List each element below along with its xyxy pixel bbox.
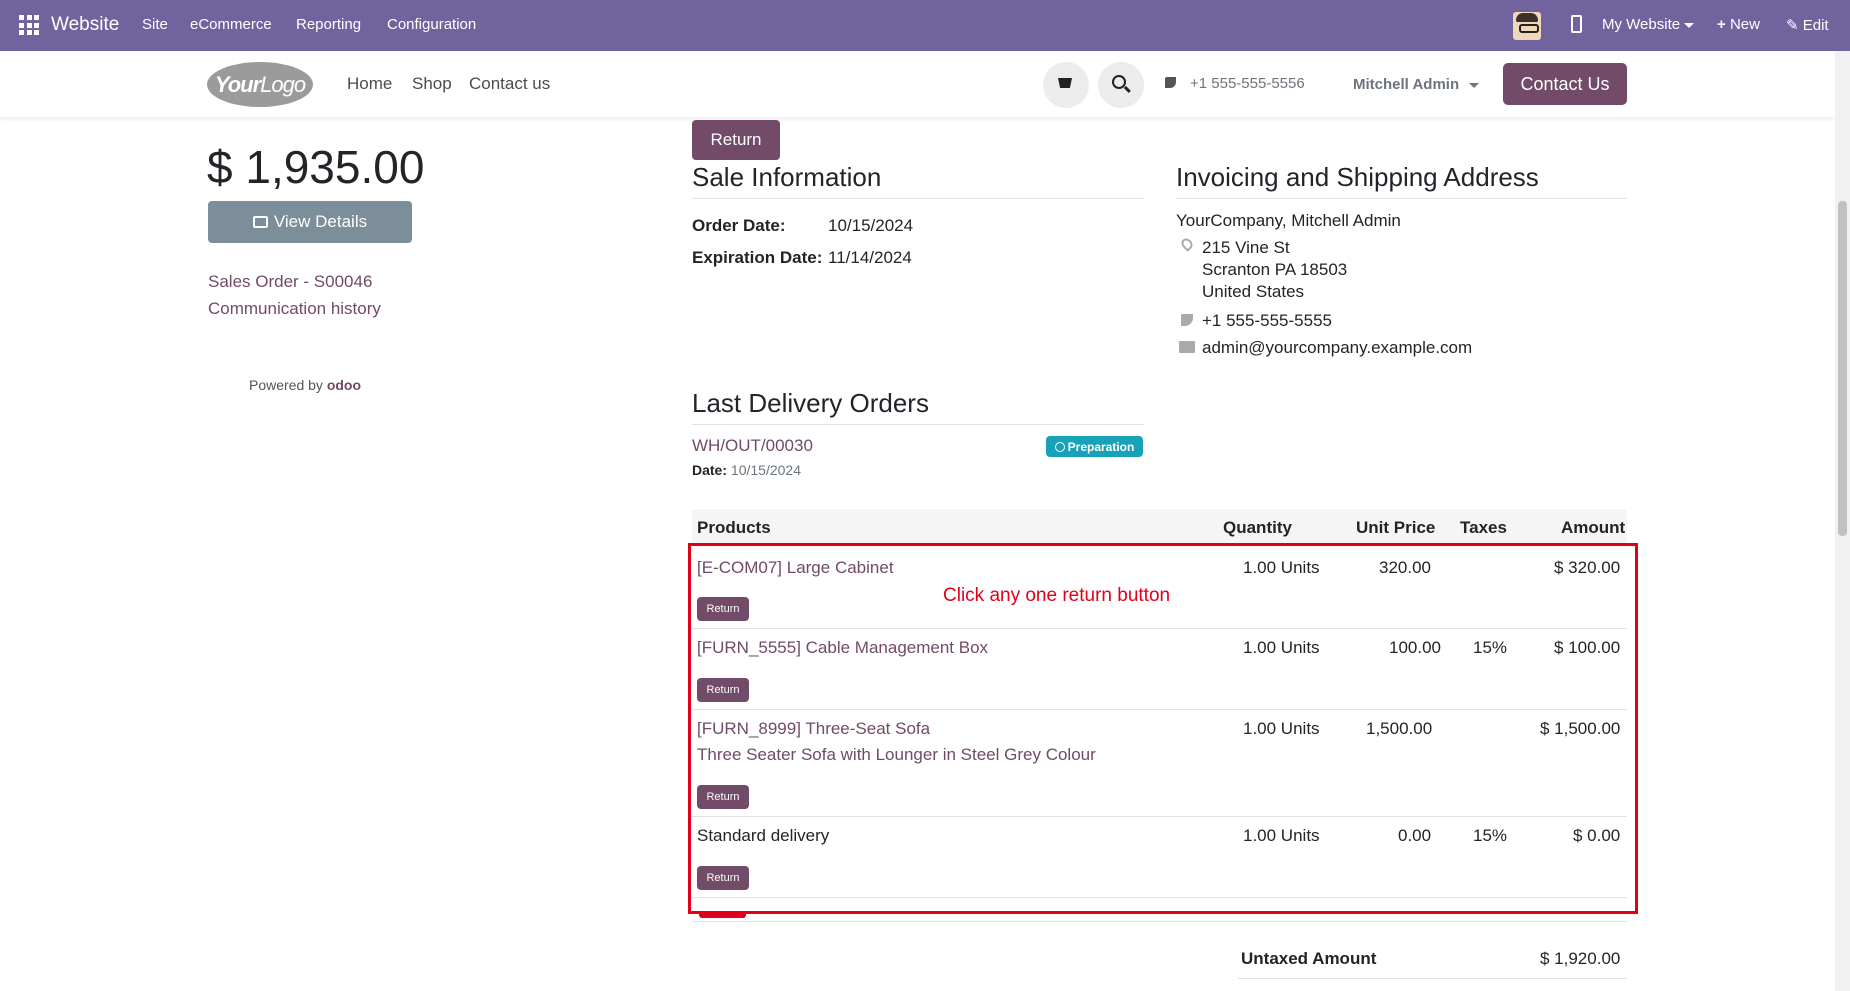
printer-icon <box>252 216 268 228</box>
sale-information-heading: Sale Information <box>692 162 882 192</box>
delivery-date: Date: 10/15/2024 <box>692 462 801 478</box>
address-heading: Invoicing and Shipping Address <box>1176 162 1539 192</box>
clock-icon <box>1054 441 1065 452</box>
return-button[interactable]: Return <box>692 120 780 160</box>
communication-history-link[interactable]: Communication history <box>208 299 381 319</box>
app-title[interactable]: Website <box>51 14 119 36</box>
col-unit-price: Unit Price <box>1356 518 1436 537</box>
order-date-label: Order Date: <box>692 216 786 235</box>
untaxed-amount-value: $ 1,920.00 <box>1540 949 1621 968</box>
user-avatar[interactable] <box>1513 12 1541 40</box>
edit-label: Edit <box>1802 17 1829 34</box>
chevron-down-icon <box>1684 22 1695 28</box>
powered-by: Powered by odoo <box>249 377 361 393</box>
view-details-label: View Details <box>273 212 368 231</box>
address-country: United States <box>1202 282 1305 301</box>
status-label: Preparation <box>1067 439 1135 454</box>
address-phone: +1 555-555-5555 <box>1202 311 1332 330</box>
divider <box>1176 198 1627 199</box>
logo-bold: Your <box>214 71 261 97</box>
row-divider <box>692 921 1627 922</box>
expiration-date-label: Expiration Date: <box>692 248 823 267</box>
website-selector-label: My Website <box>1602 16 1681 33</box>
nav-home[interactable]: Home <box>347 74 392 94</box>
contact-us-button[interactable]: Contact Us <box>1503 63 1627 105</box>
search-icon <box>1112 75 1126 89</box>
status-badge: Preparation <box>1046 436 1143 457</box>
nav-contact-us[interactable]: Contact us <box>469 74 550 94</box>
highlight-marker <box>699 912 746 918</box>
menu-configuration[interactable]: Configuration <box>387 16 476 33</box>
sales-order-link[interactable]: Sales Order - S00046 <box>208 272 372 292</box>
cart-icon <box>1058 78 1072 88</box>
new-label: New <box>1729 16 1760 33</box>
apps-grid-icon[interactable] <box>19 15 39 35</box>
logo-light: Logo <box>260 71 306 97</box>
admin-topbar: Website Site eCommerce Reporting Configu… <box>0 0 1850 51</box>
delivery-date-value: 10/15/2024 <box>730 462 801 478</box>
order-date-value: 10/15/2024 <box>828 216 914 235</box>
delivery-date-label: Date: <box>692 462 728 478</box>
chevron-down-icon <box>1469 82 1480 88</box>
nav-phone[interactable]: +1 555-555-5556 <box>1165 75 1305 92</box>
envelope-icon <box>1179 341 1195 353</box>
expiration-date-value: 11/14/2024 <box>828 248 912 267</box>
col-quantity: Quantity <box>1223 518 1292 537</box>
search-button[interactable] <box>1098 62 1144 108</box>
address-city: Scranton PA 18503 <box>1202 260 1348 279</box>
address-street: 215 Vine St <box>1202 238 1290 257</box>
address-email: admin@yourcompany.example.com <box>1202 338 1473 357</box>
menu-reporting[interactable]: Reporting <box>296 16 361 33</box>
edit-button[interactable]: ✎ Edit <box>1786 16 1829 34</box>
scrollbar-thumb[interactable] <box>1838 201 1847 536</box>
col-products: Products <box>697 518 771 537</box>
col-amount: Amount <box>1561 518 1626 537</box>
page-scrollbar[interactable] <box>1835 51 1850 991</box>
odoo-logo[interactable]: odoo <box>327 377 361 393</box>
user-menu[interactable]: Mitchell Admin <box>1353 76 1480 93</box>
delivery-order-link[interactable]: WH/OUT/00030 <box>692 436 813 456</box>
phone-icon <box>1181 314 1193 326</box>
order-total: $ 1,935.00 <box>207 141 425 193</box>
site-logo[interactable]: Your Logo <box>207 62 313 107</box>
untaxed-amount-label: Untaxed Amount <box>1241 949 1377 968</box>
col-taxes: Taxes <box>1460 518 1507 537</box>
nav-shop[interactable]: Shop <box>412 74 452 94</box>
mobile-preview-icon[interactable] <box>1571 15 1582 33</box>
cart-button[interactable] <box>1043 62 1089 108</box>
divider <box>692 424 1144 425</box>
website-navbar: Your Logo Home Shop Contact us +1 555-555… <box>0 51 1835 117</box>
annotation-text: Click any one return button <box>943 585 1171 606</box>
new-button[interactable]: + New <box>1717 16 1760 33</box>
powered-by-label: Powered by <box>249 377 323 393</box>
divider <box>1238 978 1627 979</box>
website-selector[interactable]: My Website <box>1602 16 1695 33</box>
menu-ecommerce[interactable]: eCommerce <box>190 16 272 33</box>
nav-phone-number: +1 555-555-5556 <box>1190 75 1305 92</box>
customer-name: YourCompany, Mitchell Admin <box>1176 211 1401 230</box>
user-name: Mitchell Admin <box>1353 76 1460 93</box>
view-details-button[interactable]: View Details <box>208 201 412 243</box>
phone-icon <box>1165 77 1176 88</box>
map-marker-icon <box>1179 236 1195 252</box>
menu-site[interactable]: Site <box>142 16 168 33</box>
last-delivery-heading: Last Delivery Orders <box>692 388 929 418</box>
divider <box>692 198 1144 199</box>
